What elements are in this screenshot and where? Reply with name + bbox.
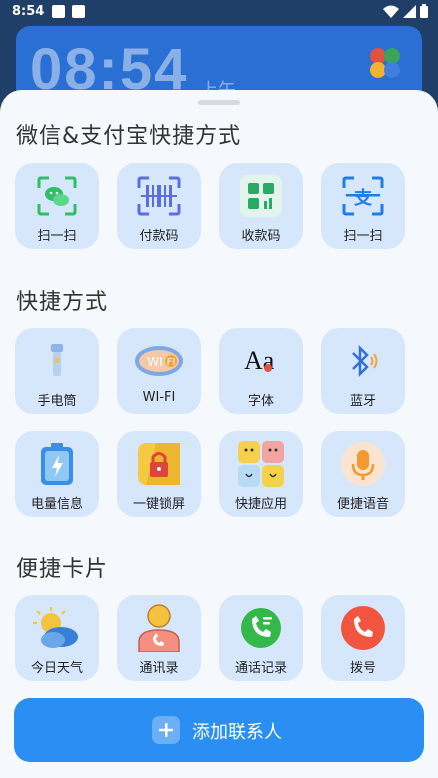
flashlight-icon xyxy=(32,336,82,386)
section-title-cards: 便捷卡片 xyxy=(16,557,109,582)
font-icon: Aa xyxy=(244,346,275,375)
tile-call-log[interactable]: 通话记录 xyxy=(219,595,303,681)
tile-font[interactable]: Aa 字体 xyxy=(219,328,303,414)
font-accent-dot xyxy=(264,364,272,372)
microphone-icon xyxy=(338,439,388,489)
tile-label: 通讯录 xyxy=(139,661,179,676)
notification-icon xyxy=(52,5,65,18)
tile-label: 付款码 xyxy=(139,229,179,244)
tile-voice[interactable]: 便捷语音 xyxy=(321,431,405,517)
status-bar: 8:54 xyxy=(0,0,438,26)
flower-logo-icon xyxy=(370,48,400,78)
tile-label: 一键锁屏 xyxy=(132,497,185,512)
add-contact-label: 添加联系人 xyxy=(192,722,282,743)
tile-quick-apps[interactable]: 快捷应用 xyxy=(219,431,303,517)
tile-battery-info[interactable]: 电量信息 xyxy=(15,431,99,517)
tile-payment-code[interactable]: 付款码 xyxy=(117,163,201,249)
tile-label: 扫一扫 xyxy=(343,229,383,244)
barcode-icon xyxy=(134,171,184,221)
battery-icon xyxy=(32,439,82,489)
tile-wechat-scan[interactable]: 扫一扫 xyxy=(15,163,99,249)
tile-label: 扫一扫 xyxy=(37,229,77,244)
wechat-scan-icon xyxy=(32,171,82,221)
tile-receive-code[interactable]: 收款码 xyxy=(219,163,303,249)
svg-text:支: 支 xyxy=(353,187,373,209)
bluetooth-icon xyxy=(338,336,388,386)
tile-label: 手电筒 xyxy=(37,394,77,409)
tile-dialer[interactable]: 拨号 xyxy=(321,595,405,681)
qr-receive-icon xyxy=(236,171,286,221)
alipay-scan-icon: 支 xyxy=(338,171,388,221)
tile-alipay-scan[interactable]: 支 扫一扫 xyxy=(321,163,405,249)
plus-icon xyxy=(152,716,180,744)
add-contact-button[interactable]: 添加联系人 xyxy=(14,698,424,762)
tile-label: WI-FI xyxy=(142,390,176,405)
shortcut-sheet: 微信&支付宝快捷方式 扫一扫 付款码 收款码 支 扫一扫 快捷方式 手电筒 WI… xyxy=(0,90,438,778)
svg-text:FI: FI xyxy=(167,357,176,368)
weather-icon xyxy=(32,603,82,653)
svg-text:WI: WI xyxy=(147,355,162,369)
wifi-signal-icon xyxy=(383,5,399,18)
tile-label: 字体 xyxy=(247,394,274,409)
lock-icon xyxy=(134,439,184,489)
section-title-shortcuts: 快捷方式 xyxy=(16,290,109,315)
tile-label: 通话记录 xyxy=(234,661,287,676)
drag-handle[interactable] xyxy=(198,100,240,105)
tile-label: 便捷语音 xyxy=(336,497,389,512)
contacts-icon xyxy=(134,603,184,653)
call-log-icon xyxy=(236,603,286,653)
tile-label: 快捷应用 xyxy=(234,497,287,512)
dialer-icon xyxy=(338,603,388,653)
tile-wifi[interactable]: WI FI WI-FI xyxy=(117,328,201,414)
tile-label: 蓝牙 xyxy=(349,394,376,409)
battery-status-icon xyxy=(420,4,428,18)
tile-flashlight[interactable]: 手电筒 xyxy=(15,328,99,414)
wifi-icon: WI FI xyxy=(134,336,184,386)
cell-signal-icon xyxy=(403,4,416,18)
section-title-wechat-alipay: 微信&支付宝快捷方式 xyxy=(16,124,242,149)
tile-weather[interactable]: 今日天气 xyxy=(15,595,99,681)
tile-contacts[interactable]: 通讯录 xyxy=(117,595,201,681)
tile-label: 拨号 xyxy=(349,661,376,676)
tile-label: 收款码 xyxy=(241,229,281,244)
tile-label: 今日天气 xyxy=(30,661,83,676)
tile-bluetooth[interactable]: 蓝牙 xyxy=(321,328,405,414)
tile-lock-screen[interactable]: 一键锁屏 xyxy=(117,431,201,517)
notification-icon xyxy=(72,5,85,18)
status-time: 8:54 xyxy=(12,4,45,19)
apps-icon xyxy=(236,439,286,489)
tile-label: 电量信息 xyxy=(30,497,83,512)
